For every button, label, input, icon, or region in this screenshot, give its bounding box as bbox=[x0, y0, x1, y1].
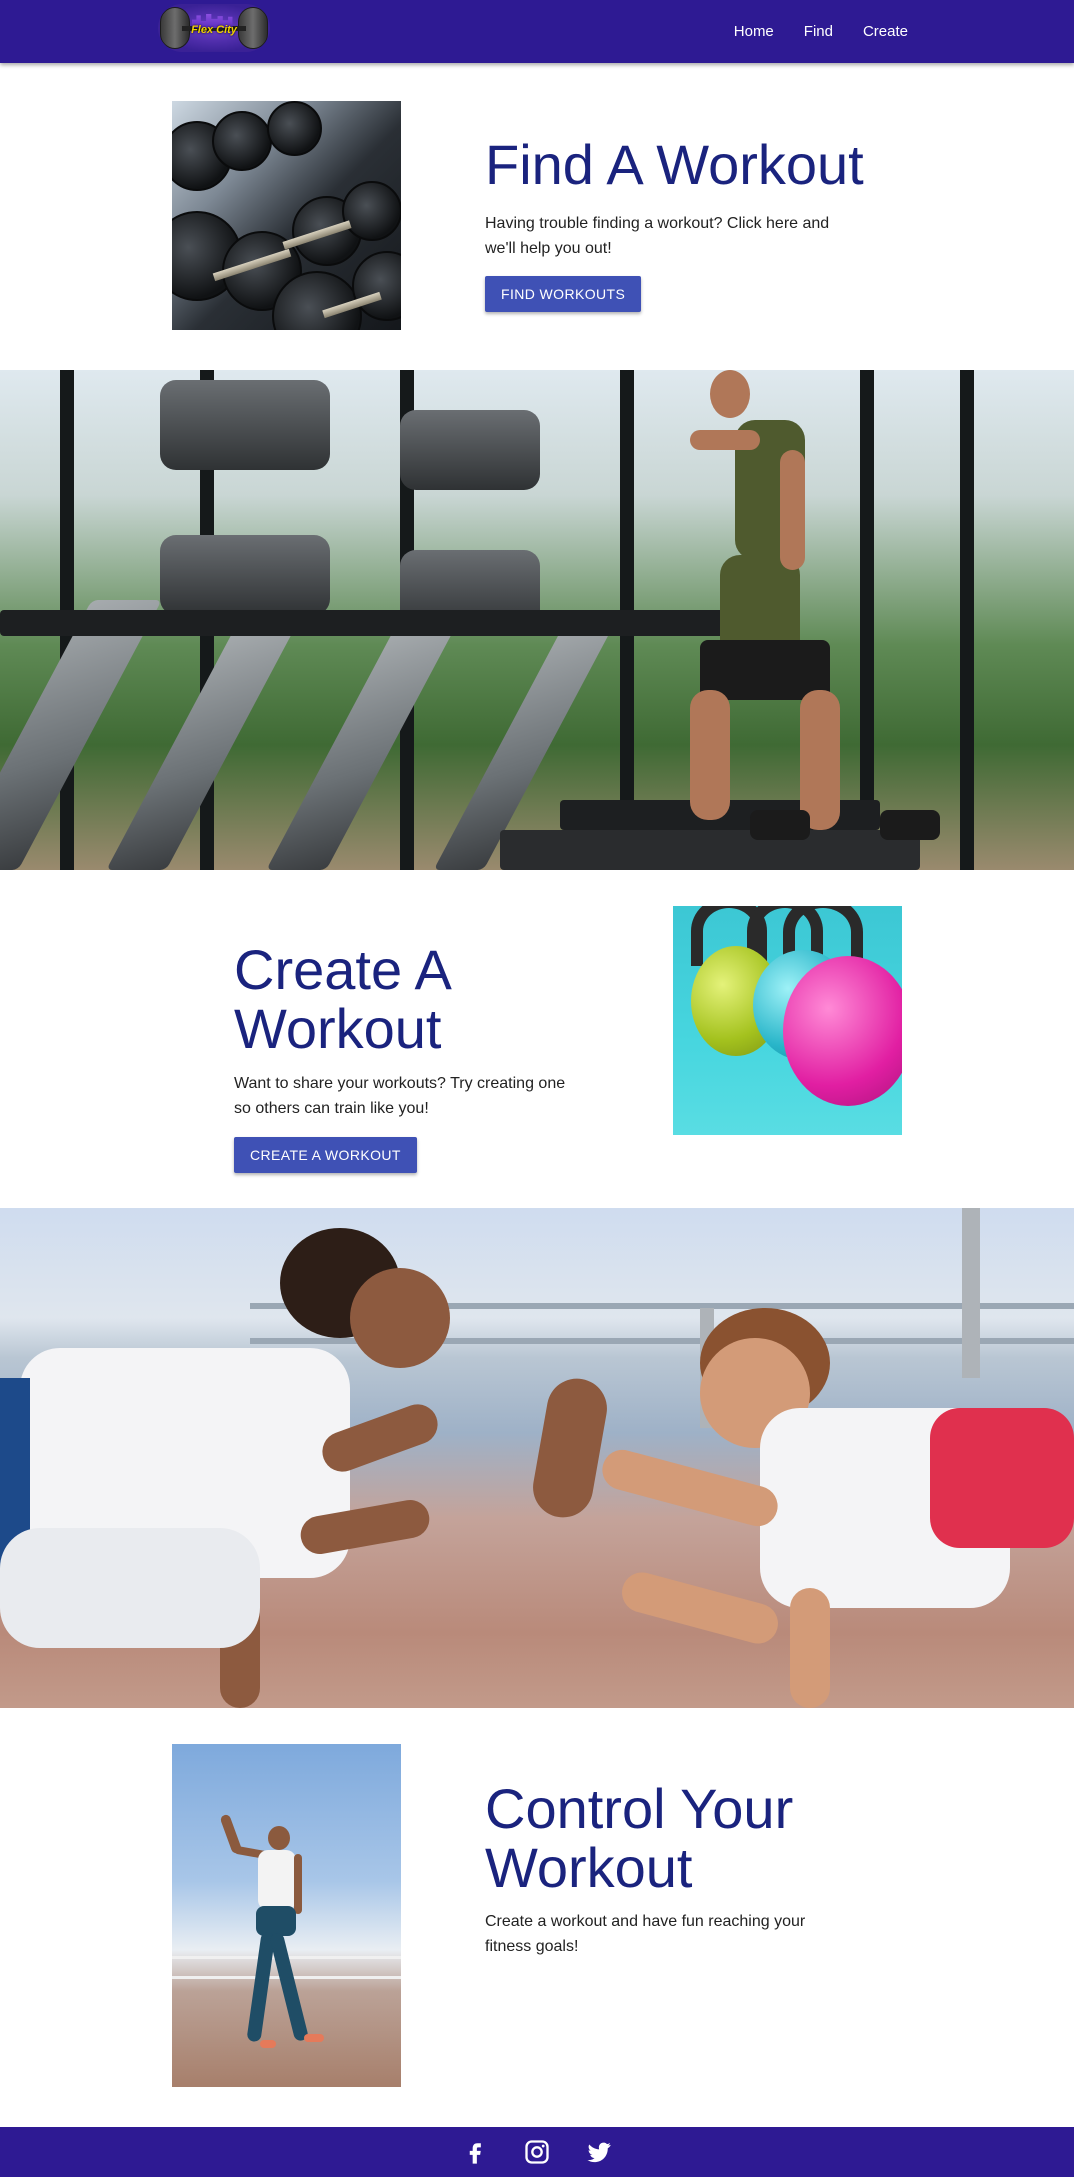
logo-text: Flex City bbox=[191, 24, 237, 36]
footer bbox=[0, 2127, 1074, 2177]
find-workout-title: Find A Workout bbox=[485, 133, 864, 196]
navbar: Flex City Home Find Create bbox=[0, 0, 1074, 63]
treadmill-banner-image bbox=[0, 370, 1074, 870]
flex-city-logo[interactable]: Flex City bbox=[158, 4, 270, 52]
create-workout-text: Want to share your workouts? Try creatin… bbox=[234, 1075, 566, 1117]
kettlebells-image bbox=[673, 906, 902, 1135]
woman-posing-image bbox=[172, 1744, 401, 2087]
high-five-banner-image bbox=[0, 1208, 1074, 1708]
nav-links: Home Find Create bbox=[734, 0, 908, 63]
control-workout-text: Create a workout and have fun reaching y… bbox=[485, 1913, 806, 1955]
control-workout-title: Control Your Workout bbox=[485, 1777, 794, 1899]
nav-link-find[interactable]: Find bbox=[804, 23, 833, 40]
dumbbells-image bbox=[172, 101, 401, 330]
nav-link-create[interactable]: Create bbox=[863, 23, 908, 40]
facebook-icon[interactable] bbox=[461, 2138, 489, 2166]
twitter-icon[interactable] bbox=[585, 2138, 613, 2166]
find-workout-text: Having trouble finding a workout? Click … bbox=[485, 215, 830, 257]
nav-link-home[interactable]: Home bbox=[734, 23, 774, 40]
create-workout-title: Create A Workout bbox=[234, 938, 449, 1060]
find-workouts-button[interactable]: FIND WORKOUTS bbox=[485, 276, 642, 312]
create-workout-button[interactable]: CREATE A WORKOUT bbox=[234, 1137, 417, 1173]
instagram-icon[interactable] bbox=[523, 2138, 551, 2166]
